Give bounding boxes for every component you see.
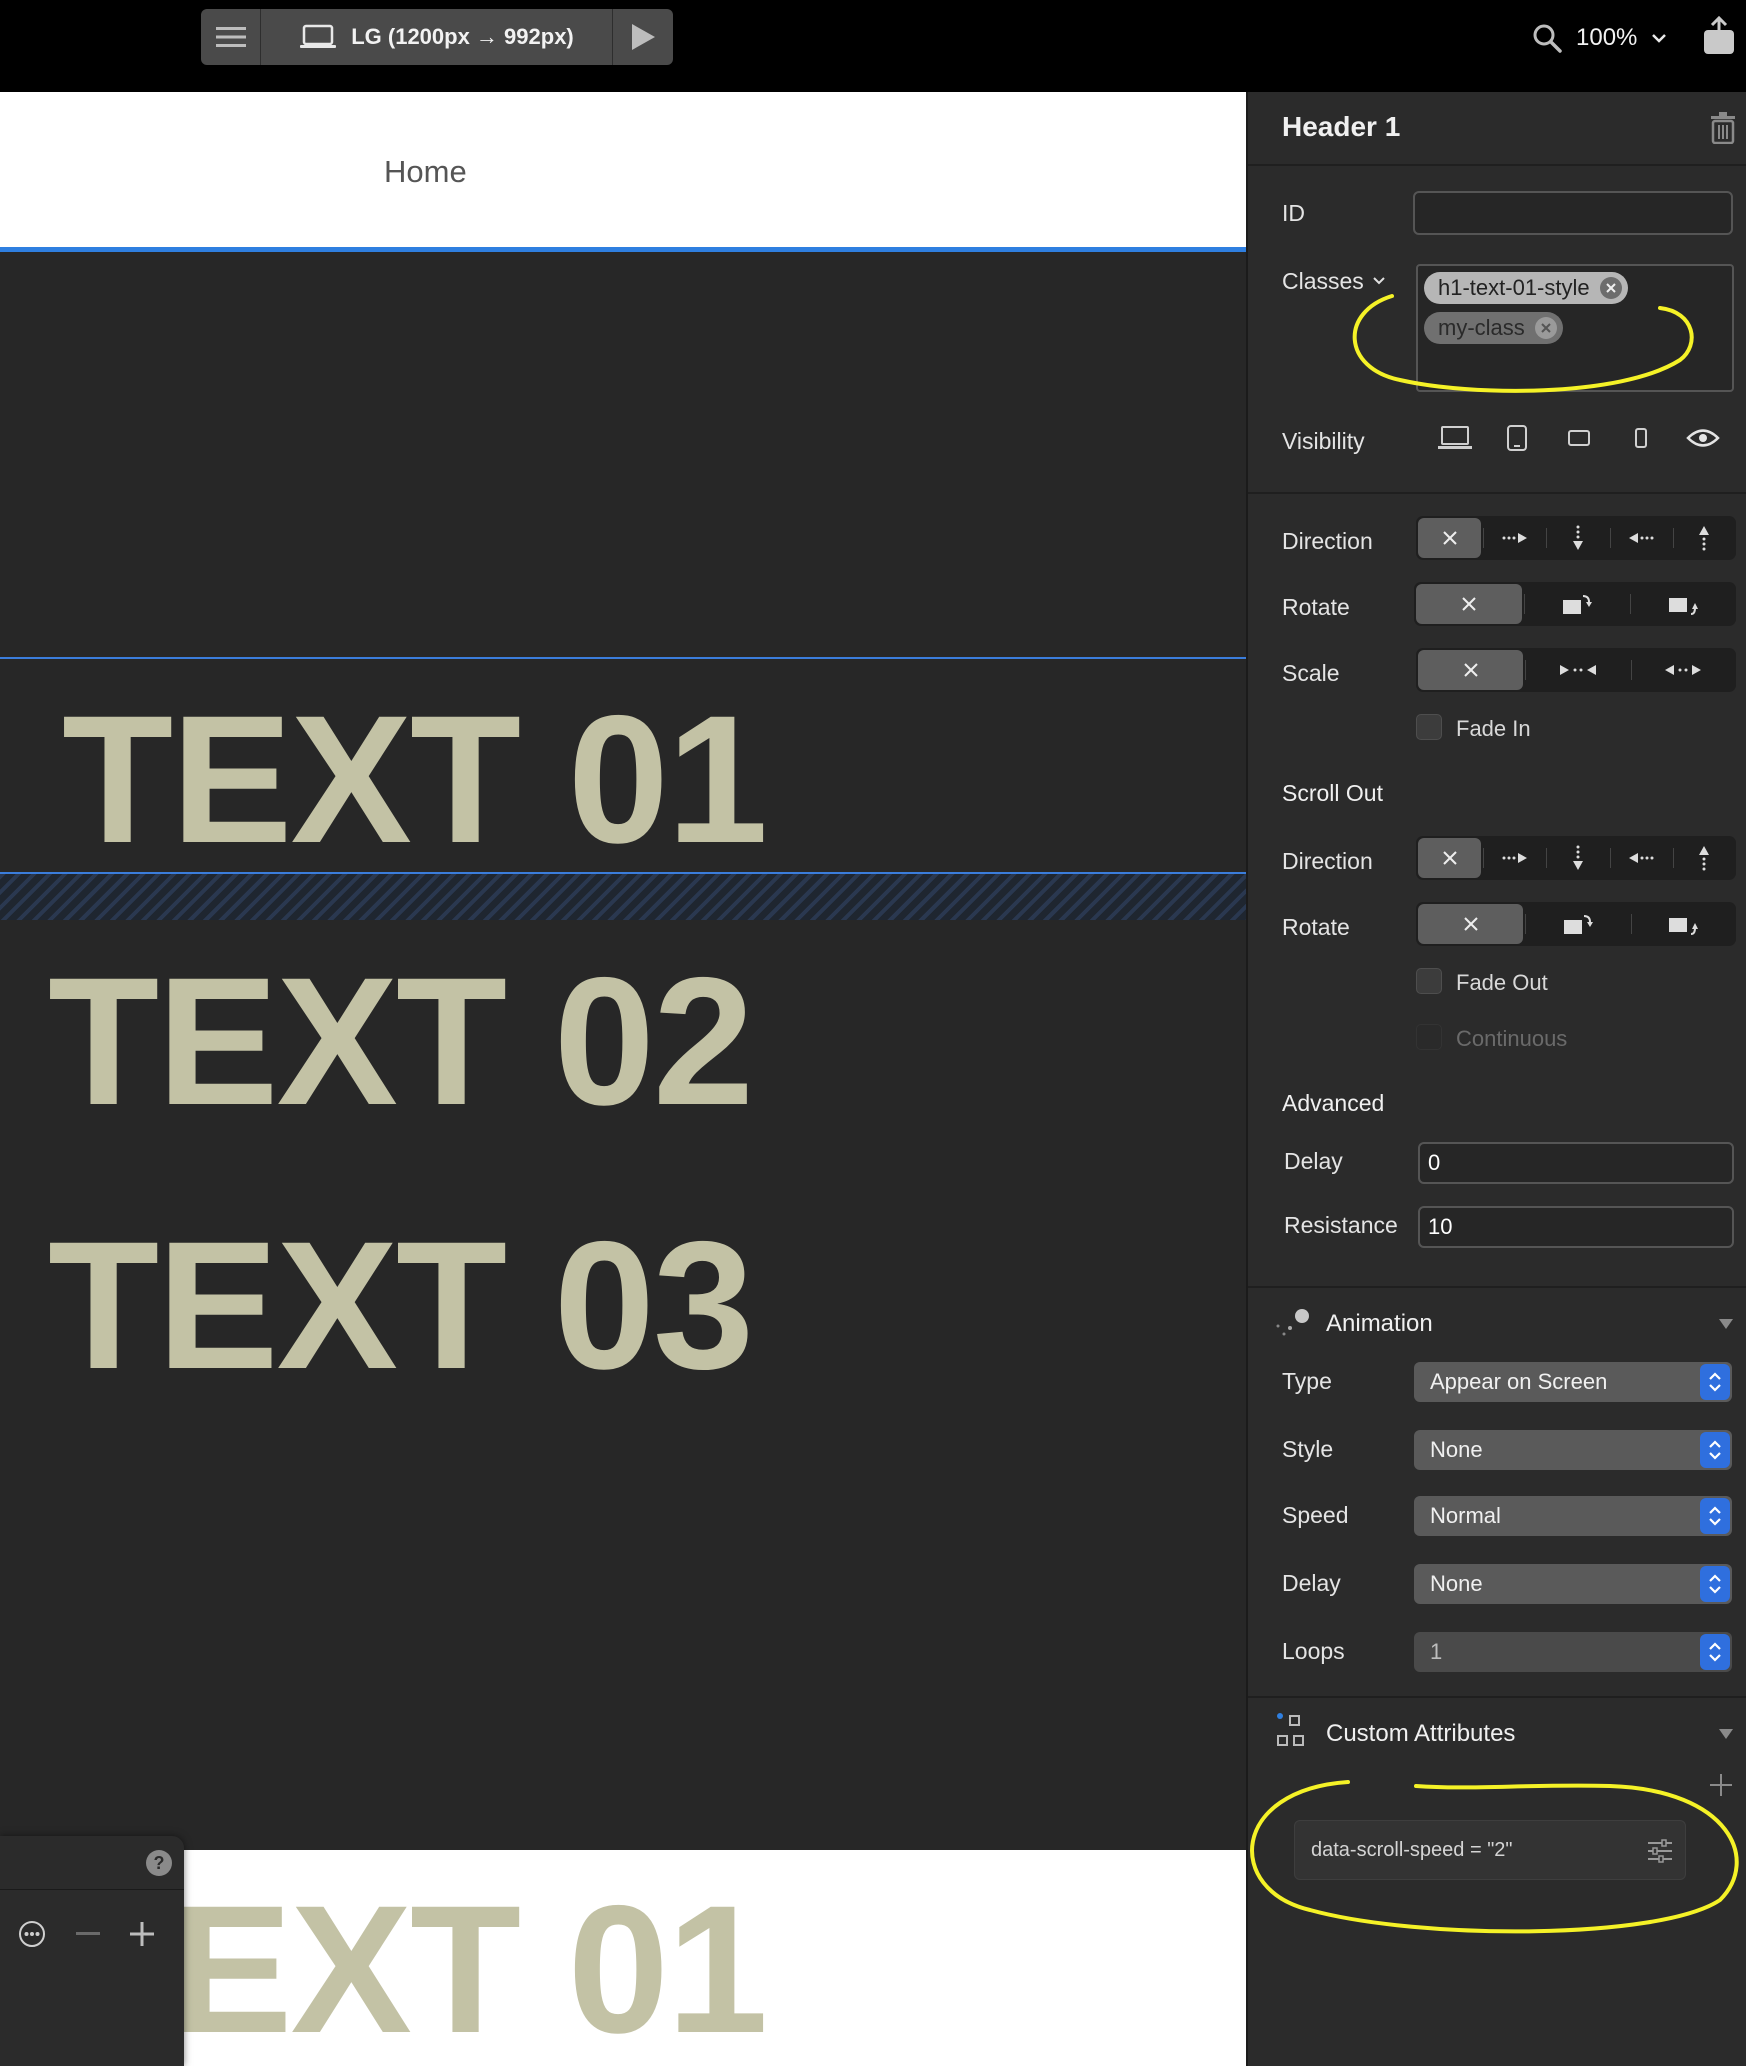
highlight-circle-custom-attributes	[1250, 1780, 1739, 1934]
highlight-circle-classes	[1352, 294, 1694, 393]
annotation-overlay	[1250, 294, 1739, 1934]
